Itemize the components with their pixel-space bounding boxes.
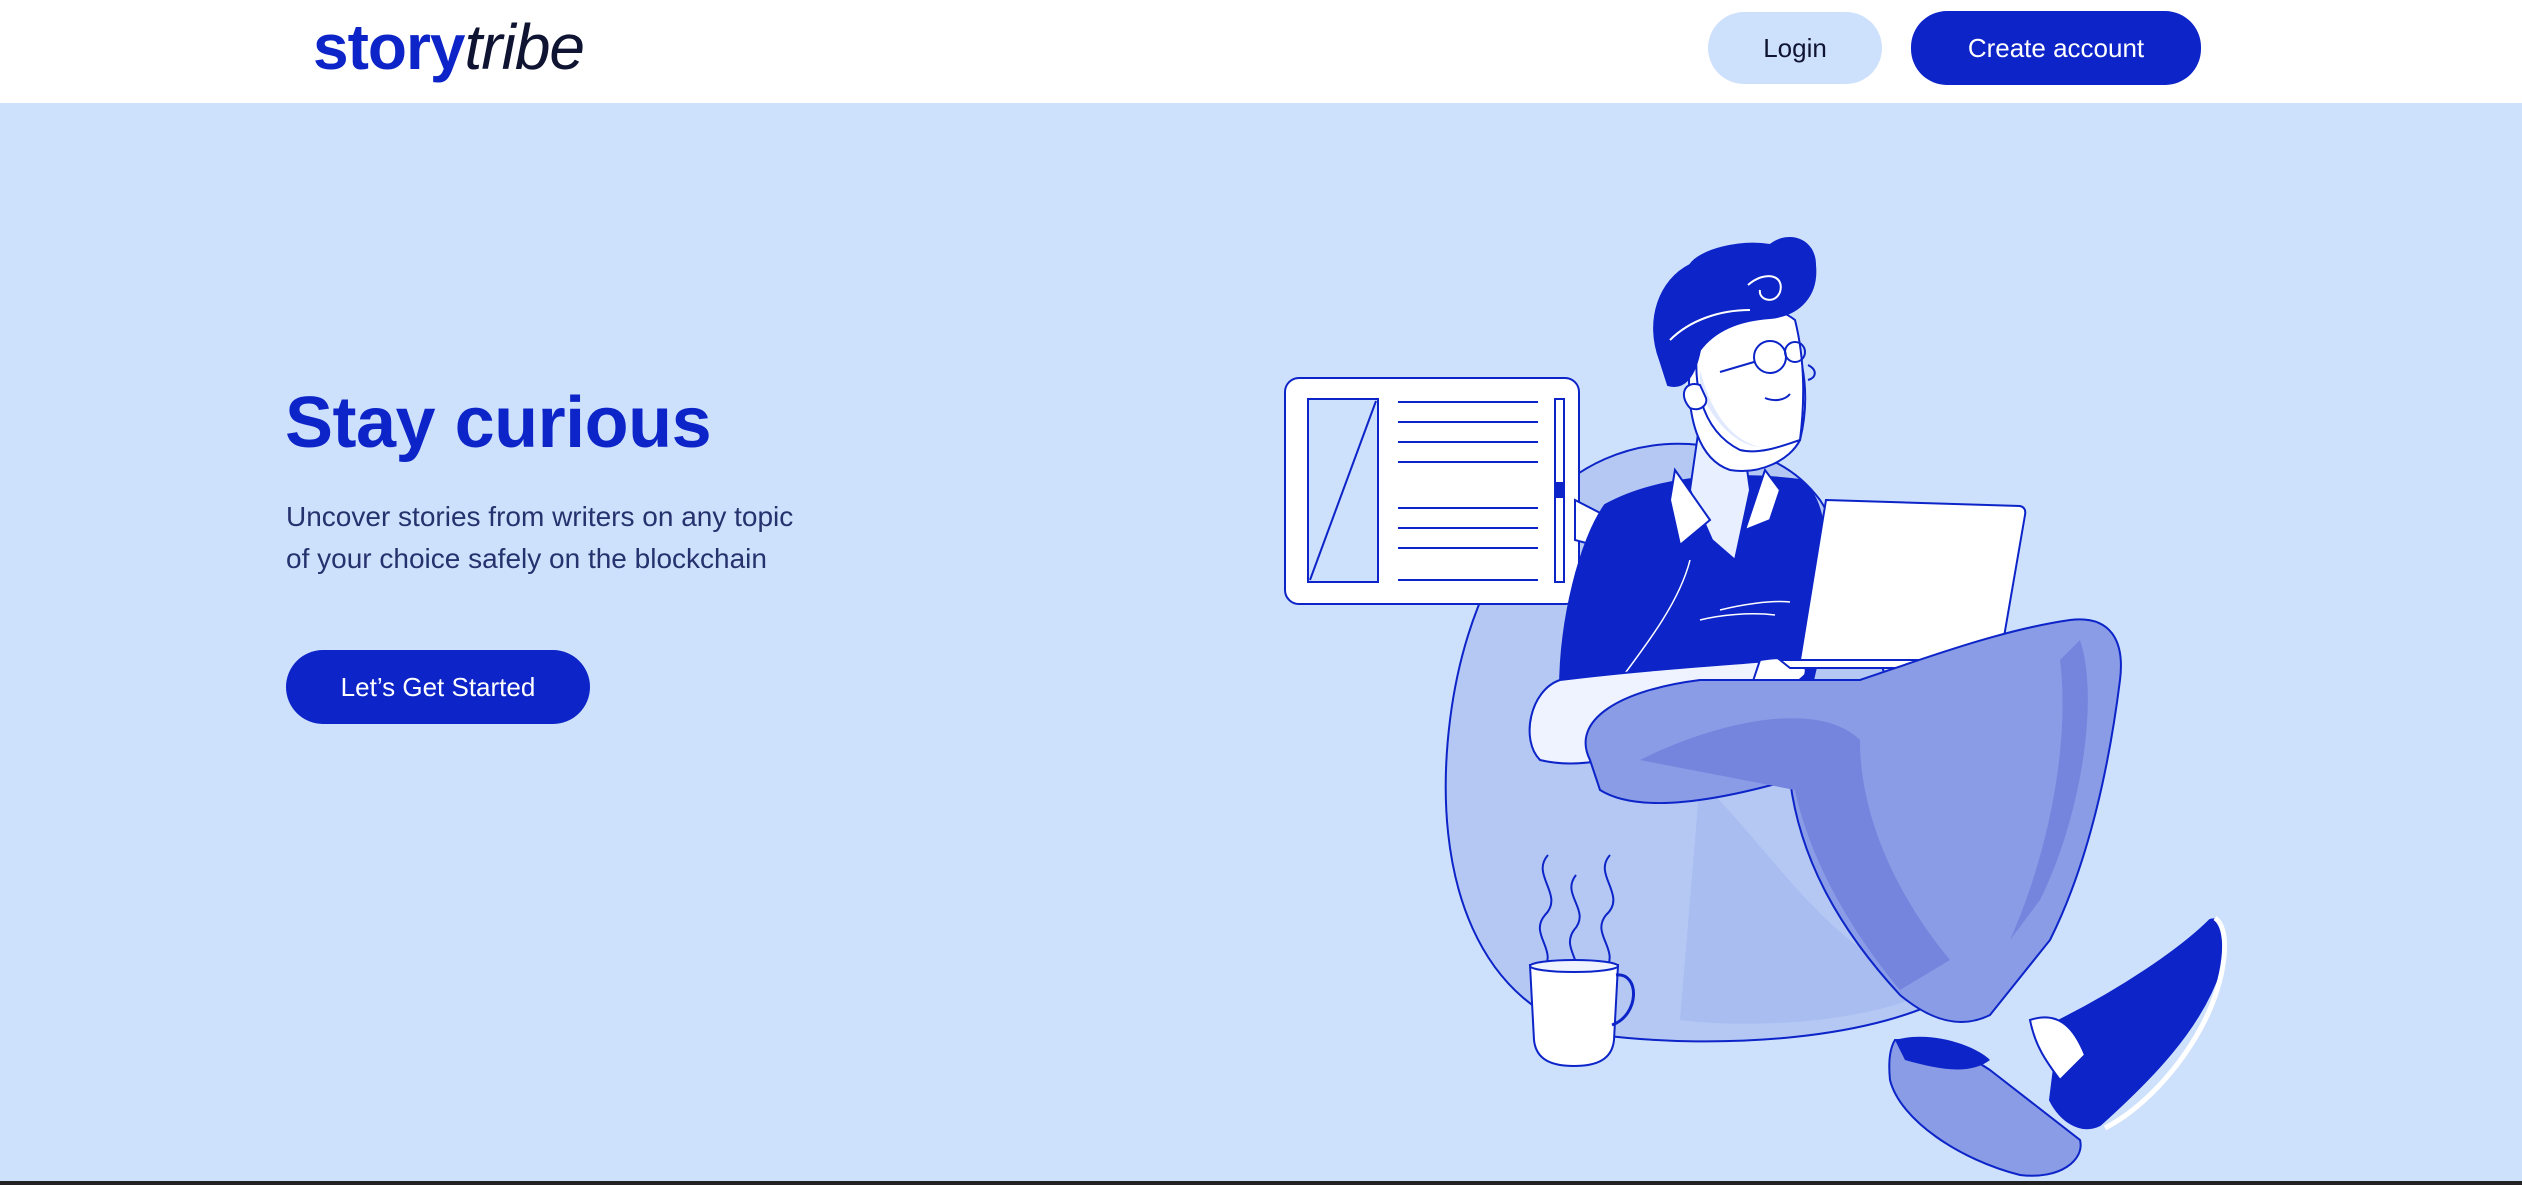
hero-subtitle-line-2: of your choice safely on the blockchain bbox=[286, 543, 767, 574]
login-button[interactable]: Login bbox=[1708, 12, 1882, 84]
bottom-edge-divider bbox=[0, 1181, 2522, 1185]
top-navigation-bar: story tribe Login Create account bbox=[0, 0, 2522, 103]
logo-italic-text: tribe bbox=[464, 11, 585, 83]
create-account-button[interactable]: Create account bbox=[1911, 11, 2201, 85]
hero-subtitle: Uncover stories from writers on any topi… bbox=[286, 496, 846, 580]
hero-title: Stay curious bbox=[285, 383, 712, 463]
logo-bold-text: story bbox=[313, 11, 465, 83]
person-reading-laptop-illustration bbox=[1284, 236, 2228, 1177]
get-started-button[interactable]: Let’s Get Started bbox=[286, 650, 590, 724]
storytribe-logo[interactable]: story tribe bbox=[313, 2, 585, 92]
hero-subtitle-line-1: Uncover stories from writers on any topi… bbox=[286, 501, 794, 532]
